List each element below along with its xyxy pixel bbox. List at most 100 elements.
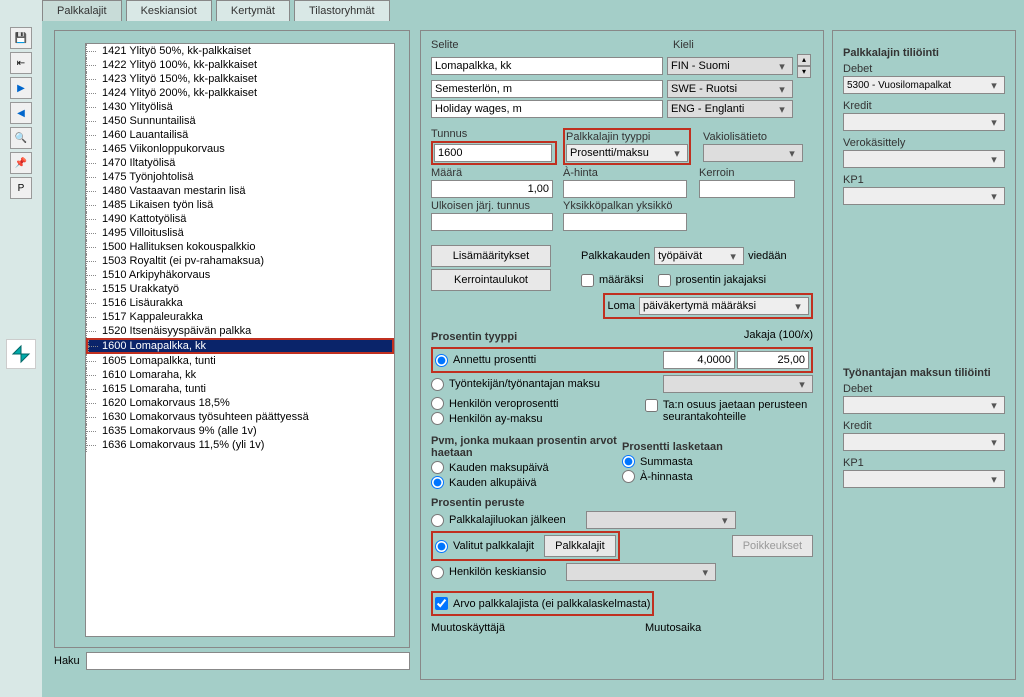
palkkalaji-tree[interactable]: 1421 Ylityö 50%, kk-palkkaiset1422 Ylity… bbox=[85, 43, 395, 637]
prev-icon[interactable]: ◀ bbox=[10, 102, 32, 124]
next-icon[interactable]: ▶ bbox=[10, 77, 32, 99]
kp1-select[interactable]: ▾ bbox=[843, 187, 1005, 205]
tyyppi-select[interactable]: Prosentti/maksu▾ bbox=[566, 144, 688, 162]
tree-item[interactable]: 1423 Ylityö 150%, kk-palkkaiset bbox=[86, 72, 394, 86]
palkkalajiluokan-radio[interactable] bbox=[431, 514, 444, 527]
tree-item[interactable]: 1600 Lomapalkka, kk bbox=[86, 338, 394, 354]
tree-item[interactable]: 1635 Lomakorvaus 9% (alle 1v) bbox=[86, 424, 394, 438]
palkkakauden-select[interactable]: työpäivät▾ bbox=[654, 247, 744, 265]
selite-input[interactable] bbox=[431, 80, 663, 98]
loma-label: Loma bbox=[607, 300, 635, 312]
save-icon[interactable]: 💾 bbox=[10, 27, 32, 49]
debet2-select[interactable]: ▾ bbox=[843, 396, 1005, 414]
prosentin-jakajaksi-checkbox[interactable] bbox=[658, 274, 671, 287]
chevron-down-icon: ▾ bbox=[726, 250, 740, 263]
yksikko-input[interactable] bbox=[563, 213, 687, 231]
tree-item[interactable]: 1470 Iltatyölisä bbox=[86, 156, 394, 170]
kredit-select[interactable]: ▾ bbox=[843, 113, 1005, 131]
tunnus-input[interactable] bbox=[434, 144, 552, 162]
vakio-select[interactable]: ▾ bbox=[703, 144, 803, 162]
tyontekijan-radio[interactable] bbox=[431, 378, 444, 391]
debet-select[interactable]: 5300 - Vuosilomapalkat▾ bbox=[843, 76, 1005, 94]
tree-item[interactable]: 1424 Ylityö 200%, kk-palkkaiset bbox=[86, 86, 394, 100]
pvm-label: Pvm, jonka mukaan prosentin arvot haetaa… bbox=[431, 435, 622, 459]
chevron-down-icon: ▾ bbox=[775, 83, 789, 96]
tree-item[interactable]: 1636 Lomakorvaus 11,5% (yli 1v) bbox=[86, 438, 394, 452]
ahinnasta-radio[interactable] bbox=[622, 470, 635, 483]
poikkeukset-button[interactable]: Poikkeukset bbox=[732, 535, 813, 557]
summasta-radio[interactable] bbox=[622, 455, 635, 468]
tree-item[interactable]: 1510 Arkipyhäkorvaus bbox=[86, 268, 394, 282]
tree-item[interactable]: 1517 Kappaleurakka bbox=[86, 310, 394, 324]
tree-item[interactable]: 1503 Royaltit (ei pv-rahamaksua) bbox=[86, 254, 394, 268]
kerrointaulukot-button[interactable]: Kerrointaulukot bbox=[431, 269, 551, 291]
arvo-checkbox[interactable] bbox=[435, 597, 448, 610]
henkilon-keski-radio[interactable] bbox=[431, 566, 444, 579]
maara-input[interactable] bbox=[431, 180, 553, 198]
kieli-select[interactable]: FIN - Suomi▾ bbox=[667, 57, 793, 75]
tree-item[interactable]: 1615 Lomaraha, tunti bbox=[86, 382, 394, 396]
henkilon-ay-radio[interactable] bbox=[431, 412, 444, 425]
tree-item[interactable]: 1430 Ylityölisä bbox=[86, 100, 394, 114]
tree-item[interactable]: 1516 Lisäurakka bbox=[86, 296, 394, 310]
down-button[interactable]: ▾ bbox=[797, 66, 811, 78]
kerroin-input[interactable] bbox=[699, 180, 795, 198]
tab-keskiansiot[interactable]: Keskiansiot bbox=[126, 0, 212, 21]
tree-item[interactable]: 1465 Viikonloppukorvaus bbox=[86, 142, 394, 156]
tree-item[interactable]: 1515 Urakkatyö bbox=[86, 282, 394, 296]
chevron-down-icon: ▾ bbox=[775, 103, 789, 116]
ahinta-input[interactable] bbox=[563, 180, 687, 198]
kredit2-select[interactable]: ▾ bbox=[843, 433, 1005, 451]
annettu-val1-input[interactable] bbox=[663, 351, 735, 369]
valitut-radio[interactable] bbox=[435, 540, 448, 553]
tab-palkkalajit[interactable]: Palkkalajit bbox=[42, 0, 122, 21]
tab-kertymat[interactable]: Kertymät bbox=[216, 0, 290, 21]
arvo-label: Arvo palkkalajista (ei palkkalaskelmasta… bbox=[453, 598, 650, 610]
tree-item[interactable]: 1630 Lomakorvaus työsuhteen päättyessä bbox=[86, 410, 394, 424]
tyontekijan-select[interactable]: ▾ bbox=[663, 375, 813, 393]
tree-item[interactable]: 1500 Hallituksen kokouspalkkio bbox=[86, 240, 394, 254]
tree-item[interactable]: 1610 Lomaraha, kk bbox=[86, 368, 394, 382]
tree-item[interactable]: 1460 Lauantailisä bbox=[86, 128, 394, 142]
tan-osuus-checkbox[interactable] bbox=[645, 399, 658, 412]
yksikko-label: Yksikköpalkan yksikkö bbox=[563, 200, 691, 212]
tree-item[interactable]: 1480 Vastaavan mestarin lisä bbox=[86, 184, 394, 198]
loma-select[interactable]: päiväkertymä määräksi▾ bbox=[639, 297, 809, 315]
tree-item[interactable]: 1490 Kattotyölisä bbox=[86, 212, 394, 226]
maaraksi-checkbox[interactable] bbox=[581, 274, 594, 287]
tree-item[interactable]: 1620 Lomakorvaus 18,5% bbox=[86, 396, 394, 410]
ulkoinen-input[interactable] bbox=[431, 213, 553, 231]
tab-tilastoryhmat[interactable]: Tilastoryhmät bbox=[294, 0, 390, 21]
tree-item[interactable]: 1495 Villoituslisä bbox=[86, 226, 394, 240]
search-icon[interactable]: 🔍 bbox=[10, 127, 32, 149]
kauden-maksu-radio[interactable] bbox=[431, 461, 444, 474]
palkkalajiluokan-select[interactable]: ▾ bbox=[586, 511, 736, 529]
tree-item[interactable]: 1605 Lomapalkka, tunti bbox=[86, 354, 394, 368]
tree-item[interactable]: 1422 Ylityö 100%, kk-palkkaiset bbox=[86, 58, 394, 72]
kieli-select[interactable]: SWE - Ruotsi▾ bbox=[667, 80, 793, 98]
selite-input[interactable] bbox=[431, 57, 663, 75]
tree-item[interactable]: 1450 Sunnuntailisä bbox=[86, 114, 394, 128]
annettu-prosentti-radio[interactable] bbox=[435, 354, 448, 367]
up-button[interactable]: ▴ bbox=[797, 54, 811, 66]
tree-item[interactable]: 1520 Itsenäisyyspäivän palkka bbox=[86, 324, 394, 338]
henkilon-vero-radio[interactable] bbox=[431, 397, 444, 410]
tree-item[interactable]: 1475 Työnjohtolisä bbox=[86, 170, 394, 184]
exit-icon[interactable]: ⇤ bbox=[10, 52, 32, 74]
tree-item[interactable]: 1421 Ylityö 50%, kk-palkkaiset bbox=[86, 44, 394, 58]
kieli-select[interactable]: ENG - Englanti▾ bbox=[667, 100, 793, 118]
selite-input[interactable] bbox=[431, 100, 663, 118]
ahinta-label: À-hinta bbox=[563, 167, 691, 179]
p-button[interactable]: P bbox=[10, 177, 32, 199]
lisamaaritykset-button[interactable]: Lisämääritykset bbox=[431, 245, 551, 267]
haku-input[interactable] bbox=[86, 652, 410, 670]
verokasittely-select[interactable]: ▾ bbox=[843, 150, 1005, 168]
henkilon-keski-select[interactable]: ▾ bbox=[566, 563, 716, 581]
tree-item[interactable]: 1485 Likaisen työn lisä bbox=[86, 198, 394, 212]
annettu-val2-input[interactable] bbox=[737, 351, 809, 369]
palkkalajit-button[interactable]: Palkkalajit bbox=[544, 535, 616, 557]
kp1-2-select[interactable]: ▾ bbox=[843, 470, 1005, 488]
kauden-alku-radio[interactable] bbox=[431, 476, 444, 489]
pin-icon[interactable]: 📌 bbox=[10, 152, 32, 174]
ulkoinen-label: Ulkoisen järj. tunnus bbox=[431, 200, 557, 212]
